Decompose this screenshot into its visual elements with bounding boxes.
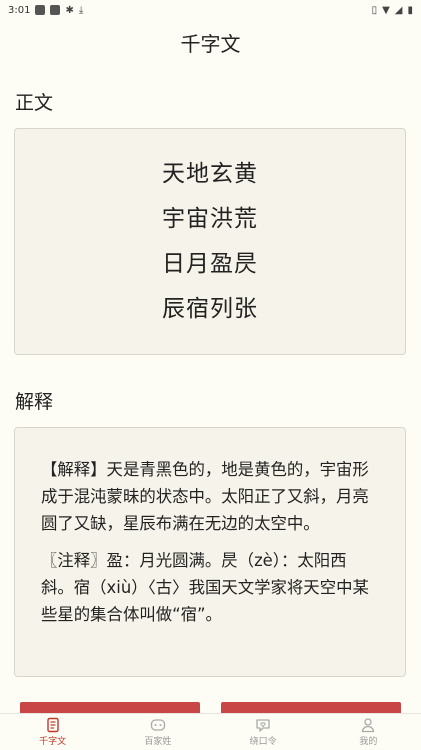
bottom-tab-bar: 千字文 百家姓 绕口令 我的 [0, 713, 421, 750]
tab-label: 绕口令 [249, 737, 277, 747]
vibrate-icon: ▯ [371, 4, 378, 16]
poem-line: 天地玄黄 [162, 160, 258, 187]
annotation-paragraph: 〖注释〗盈：月光圆满。昃（zè）：太阳西斜。宿（xiù）〈古〉我国天文学家将天空… [41, 551, 369, 624]
tab-label: 百家姓 [144, 737, 172, 747]
app-header: 千字文 [0, 22, 421, 62]
status-right: ▯ ▼ ◢ ▮ [372, 5, 413, 16]
notification-icon [35, 5, 46, 15]
poem-line: 辰宿列张 [162, 295, 258, 322]
page-title: 千字文 [180, 31, 241, 56]
tab-qianziwen[interactable]: 千字文 [13, 717, 93, 747]
section-label-explain: 解释 [15, 391, 54, 413]
tab-baijiaxing[interactable]: 百家姓 [118, 717, 198, 747]
download-icon: ⤓ [78, 4, 84, 16]
face-icon [150, 719, 166, 731]
status-left: 3:01 ✱ ⤓ [8, 5, 83, 16]
explanation-card[interactable]: 【解释】天是青黑色的，地是黄色的，宇宙形成于混沌蒙昧的状态中。太阳正了又斜，月亮… [14, 427, 406, 677]
tab-mine[interactable]: 我的 [328, 717, 408, 747]
section-label-text: 正文 [15, 92, 54, 114]
battery-icon: ▮ [407, 4, 413, 16]
poem-line: 日月盈昃 [162, 250, 258, 277]
notification-icon-2 [50, 5, 61, 15]
tab-label: 千字文 [39, 737, 67, 747]
status-time: 3:01 [8, 4, 31, 16]
user-icon [362, 718, 375, 733]
wifi-icon: ▼ [382, 4, 390, 16]
book-icon [46, 717, 59, 733]
poem-card: 天地玄黄 宇宙洪荒 日月盈昃 辰宿列张 [14, 128, 406, 355]
status-bar: 3:01 ✱ ⤓ ▯ ▼ ◢ ▮ [0, 0, 421, 20]
signal-icon: ◢ [394, 4, 403, 16]
tab-label: 我的 [359, 737, 378, 747]
heart-chat-icon [256, 719, 270, 732]
tab-raokouling[interactable]: 绕口令 [223, 717, 303, 747]
bug-icon: ✱ [65, 4, 74, 16]
explanation-paragraph: 【解释】天是青黑色的，地是黄色的，宇宙形成于混沌蒙昧的状态中。太阳正了又斜，月亮… [41, 460, 369, 533]
poem-line: 宇宙洪荒 [162, 205, 258, 232]
